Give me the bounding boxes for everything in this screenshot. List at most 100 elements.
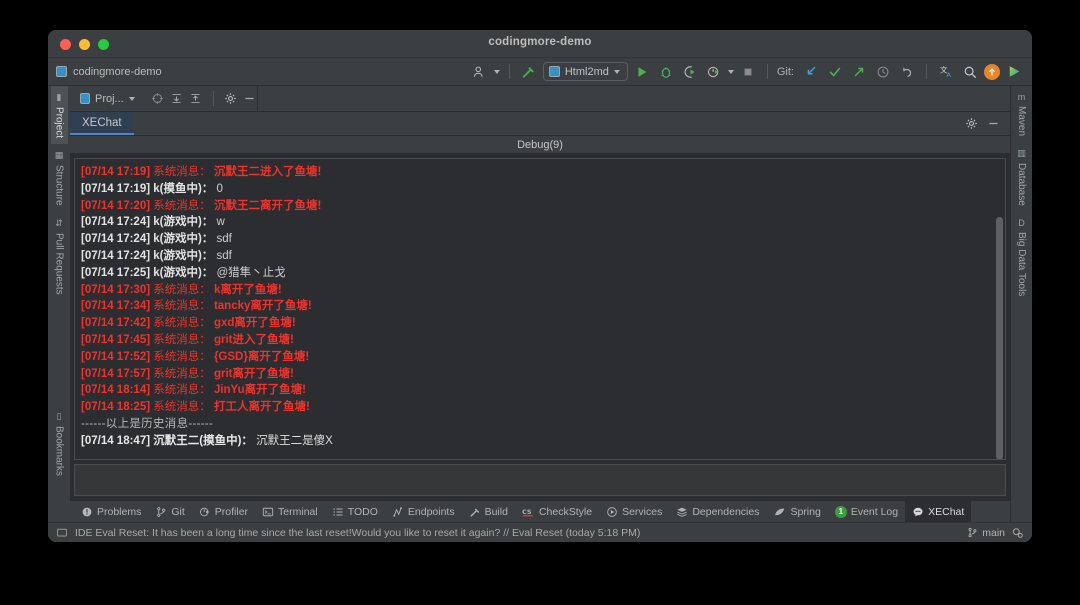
chat-message-log[interactable]: [07/14 17:19] 系统消息： 沉默王二进入了鱼塘![07/14 17:… [74, 158, 1006, 460]
tool-button-git[interactable]: Git [148, 501, 191, 522]
message-timestamp: [07/14 17:24] [81, 216, 150, 228]
profiler-icon [199, 506, 211, 518]
message-timestamp: [07/14 18:25] [81, 401, 150, 413]
tool-button-todo[interactable]: TODO [325, 501, 385, 522]
translate-icon[interactable]: 文A [936, 62, 956, 82]
sidebar-item-pull-requests[interactable]: ⇵ Pull Requests [51, 212, 68, 301]
tool-button-dependencies[interactable]: Dependencies [669, 501, 766, 522]
collapse-all-icon[interactable] [188, 91, 202, 107]
tool-button-profiler[interactable]: Profiler [192, 501, 255, 522]
sidebar-item-database[interactable]: ▥ Database [1013, 142, 1030, 212]
sidebar-item-big-data-tools[interactable]: D Big Data Tools [1013, 212, 1030, 302]
git-branch-widget[interactable]: main [967, 527, 1005, 539]
chat-message: [07/14 18:14] 系统消息： JinYu离开了鱼塘! [81, 382, 999, 399]
message-timestamp: [07/14 17:34] [81, 300, 150, 312]
chat-message: [07/14 17:19] k(摸鱼中)： 0 [81, 181, 999, 198]
user-menu-caret-icon[interactable] [494, 70, 500, 74]
sidebar-item-bookmarks[interactable]: ▯ Bookmarks [51, 405, 68, 482]
locate-icon[interactable] [150, 91, 164, 107]
message-timestamp: [07/14 18:14] [81, 384, 150, 396]
sidebar-item-project[interactable]: ▮ Project [51, 86, 68, 144]
tool-button-label: Services [622, 506, 662, 518]
message-sender: 系统消息： [150, 334, 211, 346]
profiler-icon[interactable] [704, 62, 724, 82]
message-body: @猎隼丶止戈 [213, 267, 285, 279]
tab-xechat[interactable]: XEChat [70, 112, 134, 135]
settings-gear-icon[interactable] [224, 91, 238, 107]
background-tasks-icon[interactable] [1011, 526, 1024, 539]
undo-icon[interactable] [897, 62, 917, 82]
search-everywhere-icon[interactable] [960, 62, 980, 82]
database-icon: ▥ [1017, 148, 1026, 159]
user-avatar-icon[interactable] [470, 62, 490, 82]
commit-icon[interactable] [825, 62, 845, 82]
chat-message: [07/14 18:25] 系统消息： 打工人离开了鱼塘! [81, 399, 999, 416]
chat-message: ------以上是历史消息------ [81, 416, 999, 433]
chat-message: [07/14 17:34] 系统消息： tancky离开了鱼塘! [81, 298, 999, 315]
chevron-down-icon[interactable] [129, 97, 135, 101]
chat-message: [07/14 17:25] k(游戏中)： @猎隼丶止戈 [81, 265, 999, 282]
message-body: sdf [213, 250, 232, 262]
structure-icon: ▦ [55, 150, 64, 161]
message-body: 打工人离开了鱼塘! [211, 401, 310, 413]
debug-icon[interactable] [656, 62, 676, 82]
project-widget[interactable]: codingmore-demo [56, 66, 162, 78]
tool-button-event-log[interactable]: 1Event Log [828, 501, 905, 522]
expand-all-icon[interactable] [169, 91, 183, 107]
tool-button-checkstyle[interactable]: CSCheckStyle [515, 501, 599, 522]
tool-button-problems[interactable]: Problems [74, 501, 148, 522]
chat-message: [07/14 17:42] 系统消息： gxd离开了鱼塘! [81, 315, 999, 332]
tool-button-spring[interactable]: Spring [766, 501, 827, 522]
sidebar-item-maven[interactable]: m Maven [1013, 86, 1030, 142]
message-timestamp: [07/14 17:24] [81, 233, 150, 245]
sidebar-item-structure[interactable]: ▦ Structure [51, 144, 68, 212]
update-project-icon[interactable] [801, 62, 821, 82]
message-sender: 系统消息： [150, 368, 211, 380]
run-icon[interactable] [632, 62, 652, 82]
project-name-label: codingmore-demo [73, 66, 162, 78]
chat-message: [07/14 17:30] 系统消息： k离开了鱼塘! [81, 282, 999, 299]
tool-button-endpoints[interactable]: Endpoints [385, 501, 462, 522]
dependencies-icon [676, 506, 688, 518]
message-sender: k(游戏中)： [150, 250, 213, 262]
notification-icon[interactable] [984, 64, 1000, 80]
message-sender: 系统消息： [150, 284, 211, 296]
settings-gear-icon[interactable] [960, 113, 982, 135]
message-timestamp: [07/14 17:45] [81, 334, 150, 346]
big-data-icon: D [1018, 218, 1025, 228]
sidebar-item-label: Pull Requests [54, 233, 65, 295]
tool-button-label: Profiler [215, 506, 248, 518]
stop-icon[interactable] [738, 62, 758, 82]
chat-message-list: [07/14 17:19] 系统消息： 沉默王二进入了鱼塘![07/14 17:… [75, 159, 1005, 450]
chat-input-field[interactable] [74, 464, 1006, 496]
message-sender: 系统消息： [150, 200, 211, 212]
message-body: grit离开了鱼塘! [211, 368, 294, 380]
message-sender: 系统消息： [150, 317, 211, 329]
tool-button-terminal[interactable]: Terminal [255, 501, 325, 522]
tool-button-label: XEChat [928, 506, 964, 518]
tool-button-xechat[interactable]: XEChat [905, 501, 971, 522]
hide-icon[interactable] [243, 91, 257, 107]
pull-request-icon: ⇵ [55, 218, 63, 229]
hammer-build-icon[interactable] [519, 62, 539, 82]
spring-leaf-icon [773, 506, 786, 518]
tool-button-build[interactable]: Build [462, 501, 515, 522]
status-message[interactable]: IDE Eval Reset: It has been a long time … [75, 527, 640, 539]
history-icon[interactable] [873, 62, 893, 82]
profiler-caret-icon[interactable] [728, 70, 734, 74]
tool-button-services[interactable]: Services [599, 501, 669, 522]
event-log-badge: 1 [835, 506, 847, 518]
message-sender: k(摸鱼中)： [150, 183, 213, 195]
chat-log-scrollbar[interactable] [996, 217, 1003, 460]
push-icon[interactable] [849, 62, 869, 82]
minimize-icon[interactable] [982, 113, 1004, 135]
ide-services-icon[interactable] [1004, 62, 1024, 82]
run-with-coverage-icon[interactable] [680, 62, 700, 82]
run-configuration-selector[interactable]: Html2md [543, 62, 628, 81]
message-body: k离开了鱼塘! [211, 284, 282, 296]
message-timestamp: [07/14 17:42] [81, 317, 150, 329]
right-tool-sidebar: m Maven ▥ Database D Big Data Tools [1010, 86, 1032, 522]
run-config-label: Html2md [565, 66, 609, 78]
endpoints-icon [392, 506, 404, 518]
message-body: {GSD}离开了鱼塘! [211, 351, 309, 363]
